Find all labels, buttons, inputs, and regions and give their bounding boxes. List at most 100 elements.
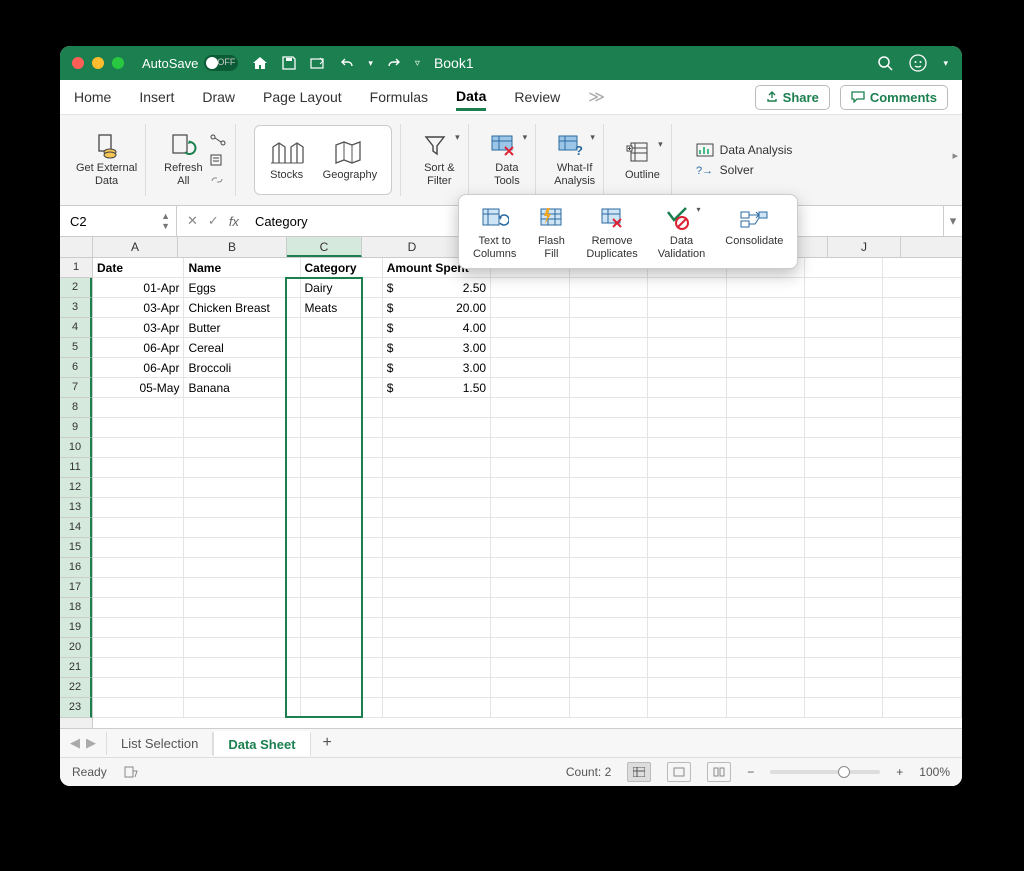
row-header-11[interactable]: 11 [60, 458, 92, 478]
cell-B14[interactable] [184, 518, 300, 538]
cell-D6[interactable]: 3.00 [382, 358, 490, 378]
next-sheet-icon[interactable]: ▶ [86, 735, 96, 751]
cell-A3[interactable]: 03-Apr [93, 298, 184, 318]
cell-C20[interactable] [300, 638, 382, 658]
row-header-22[interactable]: 22 [60, 678, 92, 698]
cell-C17[interactable] [300, 578, 382, 598]
cell-J16[interactable] [883, 558, 962, 578]
data-validation-button[interactable]: ▾ Data Validation [658, 205, 706, 260]
row-header-14[interactable]: 14 [60, 518, 92, 538]
whatif-button[interactable]: ? ▾ What-If Analysis [546, 124, 604, 196]
remove-duplicates-button[interactable]: Remove Duplicates [586, 205, 637, 260]
cell-F5[interactable] [569, 338, 647, 358]
cell-J6[interactable] [883, 358, 962, 378]
cell-C21[interactable] [300, 658, 382, 678]
cell-E17[interactable] [491, 578, 569, 598]
switch-icon[interactable]: OFF [204, 55, 238, 71]
prev-sheet-icon[interactable]: ◀ [70, 735, 80, 751]
cell-D5[interactable]: 3.00 [382, 338, 490, 358]
cell-F3[interactable] [569, 298, 647, 318]
cell-J7[interactable] [883, 378, 962, 398]
geography-button[interactable]: Geography [323, 139, 377, 181]
cell-I23[interactable] [804, 698, 882, 718]
cell-A17[interactable] [93, 578, 184, 598]
cell-H10[interactable] [726, 438, 804, 458]
cell-G5[interactable] [648, 338, 726, 358]
cell-H14[interactable] [726, 518, 804, 538]
minimize-icon[interactable] [92, 57, 104, 69]
cell-J5[interactable] [883, 338, 962, 358]
cell-E18[interactable] [491, 598, 569, 618]
col-header-c[interactable]: C [287, 237, 362, 257]
cell-C1[interactable]: Category [300, 258, 382, 278]
cell-E21[interactable] [491, 658, 569, 678]
cell-H18[interactable] [726, 598, 804, 618]
view-page-layout-icon[interactable] [667, 762, 691, 782]
cell-F2[interactable] [569, 278, 647, 298]
get-external-data-button[interactable]: Get External Data [68, 124, 146, 196]
cell-B1[interactable]: Name [184, 258, 300, 278]
cell-C12[interactable] [300, 478, 382, 498]
cell-E10[interactable] [491, 438, 569, 458]
cell-E16[interactable] [491, 558, 569, 578]
cell-A16[interactable] [93, 558, 184, 578]
cell-G4[interactable] [648, 318, 726, 338]
cell-J8[interactable] [883, 398, 962, 418]
cell-D10[interactable] [382, 438, 490, 458]
col-header-a[interactable]: A [93, 237, 178, 257]
row-header-7[interactable]: 7 [60, 378, 92, 398]
cell-I14[interactable] [804, 518, 882, 538]
col-header-j[interactable]: J [828, 237, 901, 257]
cell-B17[interactable] [184, 578, 300, 598]
cell-B22[interactable] [184, 678, 300, 698]
cell-B7[interactable]: Banana [184, 378, 300, 398]
cell-B23[interactable] [184, 698, 300, 718]
cell-C4[interactable] [300, 318, 382, 338]
accessibility-icon[interactable] [123, 765, 139, 779]
cell-H21[interactable] [726, 658, 804, 678]
cell-E13[interactable] [491, 498, 569, 518]
cell-G21[interactable] [648, 658, 726, 678]
row-header-15[interactable]: 15 [60, 538, 92, 558]
cell-B16[interactable] [184, 558, 300, 578]
cell-H6[interactable] [726, 358, 804, 378]
cell-J17[interactable] [883, 578, 962, 598]
cell-G8[interactable] [648, 398, 726, 418]
zoom-slider[interactable] [770, 770, 880, 774]
cell-I5[interactable] [804, 338, 882, 358]
cell-C19[interactable] [300, 618, 382, 638]
cell-I10[interactable] [804, 438, 882, 458]
add-sheet-icon[interactable]: + [311, 734, 344, 752]
tab-page-layout[interactable]: Page Layout [263, 85, 342, 109]
cell-F21[interactable] [569, 658, 647, 678]
more-tabs-icon[interactable]: ≫ [588, 87, 605, 107]
cell-G11[interactable] [648, 458, 726, 478]
zoom-out-icon[interactable]: − [747, 765, 754, 779]
cell-H4[interactable] [726, 318, 804, 338]
cell-B3[interactable]: Chicken Breast [184, 298, 300, 318]
stocks-button[interactable]: Stocks [269, 139, 305, 181]
cell-C16[interactable] [300, 558, 382, 578]
cell-A4[interactable]: 03-Apr [93, 318, 184, 338]
user-icon[interactable] [909, 54, 927, 72]
cell-A15[interactable] [93, 538, 184, 558]
cell-D8[interactable] [382, 398, 490, 418]
cell-C14[interactable] [300, 518, 382, 538]
cell-I9[interactable] [804, 418, 882, 438]
cell-H9[interactable] [726, 418, 804, 438]
sheet-tab-list-selection[interactable]: List Selection [106, 732, 213, 755]
solver-button[interactable]: ?→ Solver [696, 163, 793, 177]
cell-H17[interactable] [726, 578, 804, 598]
cell-D2[interactable]: 2.50 [382, 278, 490, 298]
cell-D20[interactable] [382, 638, 490, 658]
cell-H13[interactable] [726, 498, 804, 518]
row-header-10[interactable]: 10 [60, 438, 92, 458]
cell-E15[interactable] [491, 538, 569, 558]
cell-J2[interactable] [883, 278, 962, 298]
cell-G15[interactable] [648, 538, 726, 558]
cell-C23[interactable] [300, 698, 382, 718]
cell-G12[interactable] [648, 478, 726, 498]
cell-I1[interactable] [804, 258, 882, 278]
cell-E14[interactable] [491, 518, 569, 538]
cell-E23[interactable] [491, 698, 569, 718]
